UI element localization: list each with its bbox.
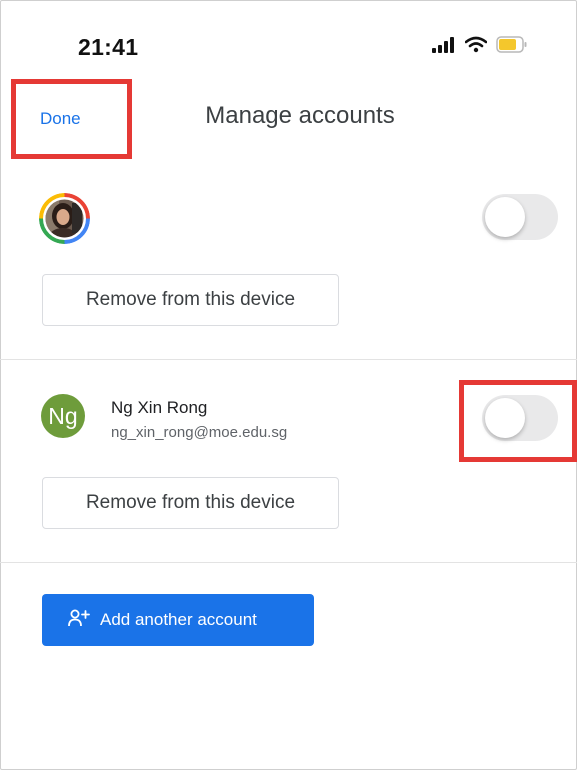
avatar <box>39 193 90 244</box>
add-account-button[interactable]: Add another account <box>42 594 314 646</box>
toggle-knob <box>485 197 525 237</box>
highlight-box-toggle <box>459 380 577 462</box>
status-icons <box>432 36 528 58</box>
wifi-icon <box>464 36 488 58</box>
divider <box>0 359 577 360</box>
avatar: Ng <box>41 394 85 438</box>
highlight-box-done <box>11 79 132 159</box>
account-toggle[interactable] <box>482 194 558 240</box>
add-account-label: Add another account <box>100 610 257 629</box>
divider <box>0 562 577 563</box>
profile-photo-icon <box>39 193 90 244</box>
account-name: Ng Xin Rong <box>111 398 208 417</box>
remove-account-button[interactable]: Remove from this device <box>42 477 339 529</box>
status-time: 21:41 <box>78 34 139 60</box>
add-person-icon <box>68 609 90 632</box>
signal-icon <box>432 36 456 58</box>
battery-icon <box>496 36 528 58</box>
remove-account-button[interactable]: Remove from this device <box>42 274 339 326</box>
account-email: ng_xin_rong@moe.edu.sg <box>111 424 288 441</box>
